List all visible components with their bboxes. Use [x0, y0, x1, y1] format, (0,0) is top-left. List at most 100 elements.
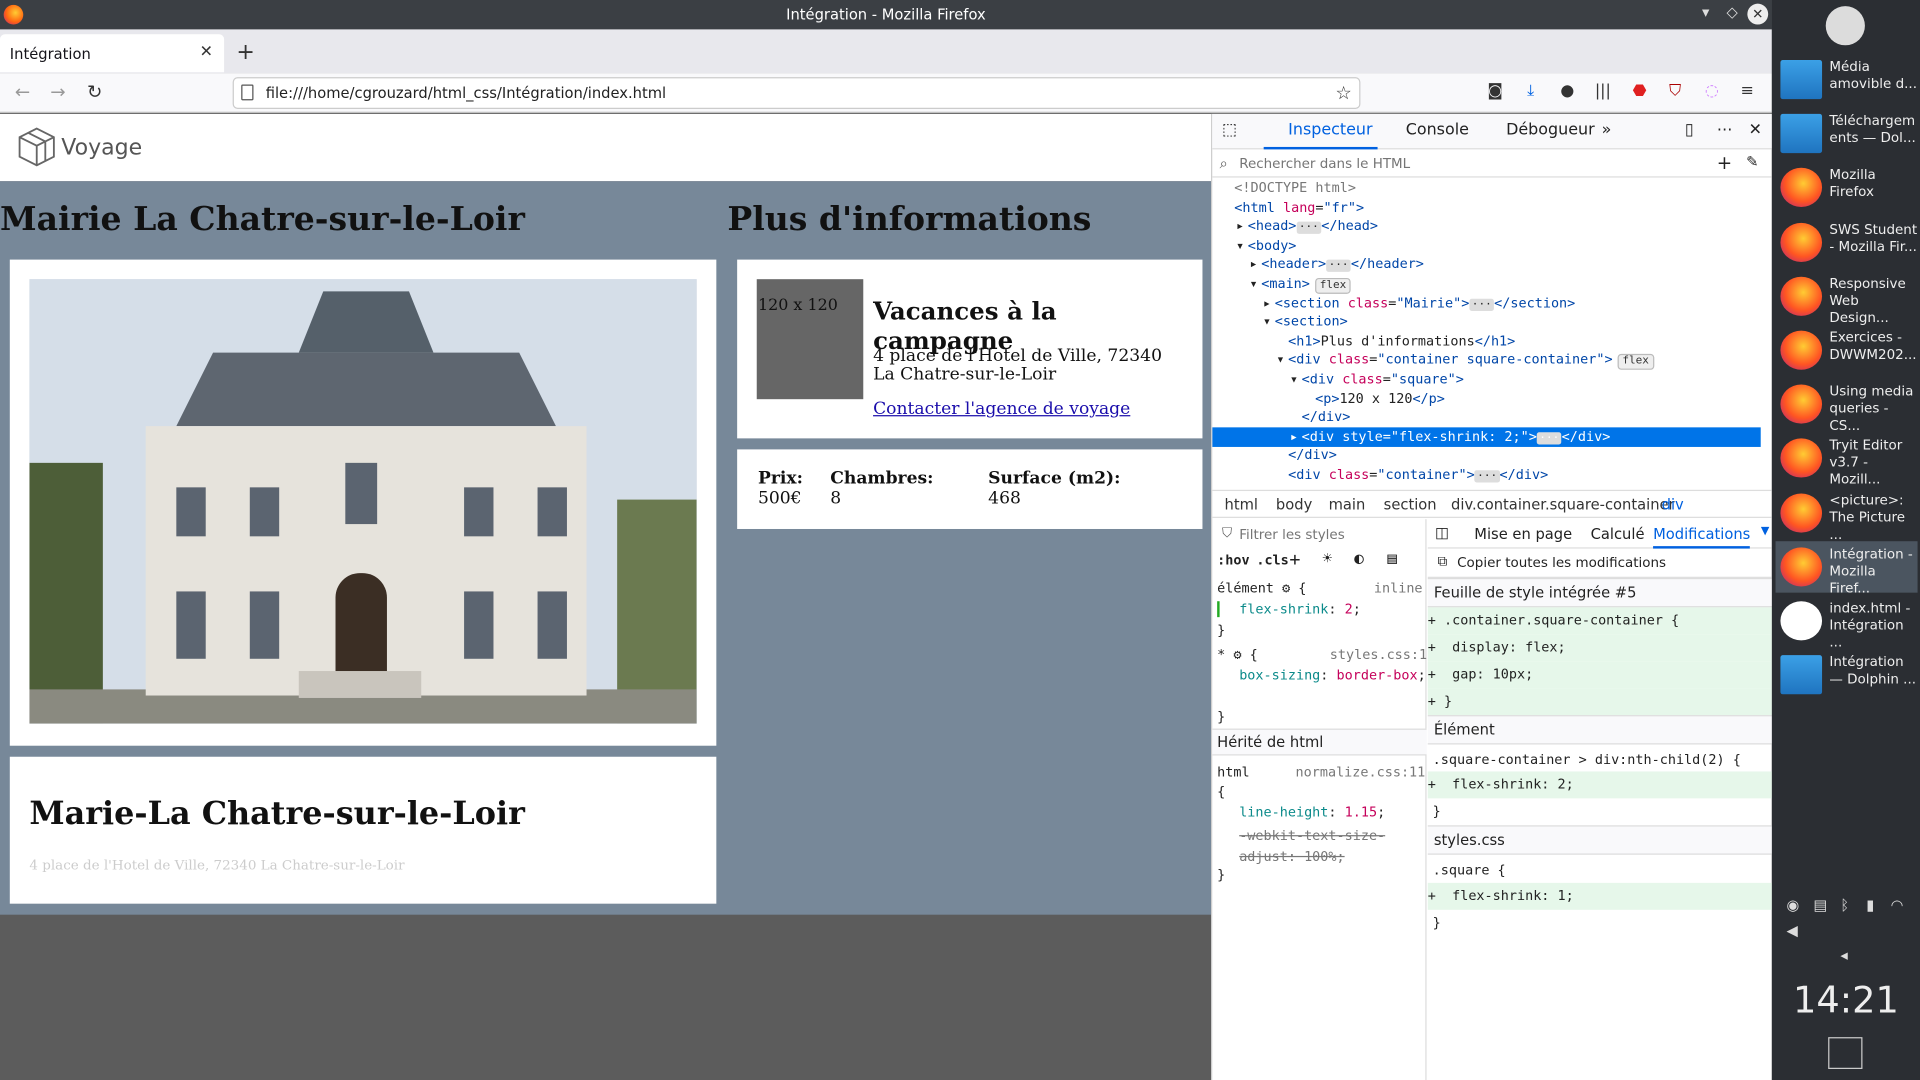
back-icon[interactable]: ←	[15, 81, 30, 103]
task-item[interactable]: Tryit Editor v3.7 - Mozill...	[1776, 433, 1918, 488]
markup-node[interactable]: ▸ <header> ··· </header>	[1212, 255, 1761, 275]
task-item[interactable]: Exercices - DWWM202...	[1776, 324, 1918, 375]
menu-icon[interactable]: ≡	[1736, 82, 1758, 100]
expand-arrow-icon[interactable]: ▾	[1212, 370, 1301, 390]
close-window-button[interactable]: ✕	[1747, 3, 1769, 25]
cls-toggle[interactable]: .cls	[1256, 552, 1288, 568]
markup-node[interactable]: <div class="container"> ··· </div>	[1212, 465, 1761, 485]
markup-node[interactable]: ▸ <div style="flex-shrink: 2;"> ··· </div>	[1212, 427, 1761, 447]
expand-arrow-icon[interactable]: ▾	[1212, 351, 1288, 371]
wifi-icon[interactable]: ◠	[1891, 896, 1904, 913]
adblock-icon[interactable]: ⬣	[1629, 82, 1651, 100]
task-item[interactable]: Intégration — Dolphin ...	[1776, 649, 1918, 700]
dock-icon[interactable]: ▯	[1685, 121, 1694, 139]
filter-styles-input[interactable]	[1239, 524, 1411, 544]
new-tab-button[interactable]: +	[236, 39, 254, 65]
clipboard-icon[interactable]: ▤	[1813, 896, 1827, 913]
markup-node[interactable]: </div>	[1212, 408, 1761, 428]
copy-all-changes[interactable]: ⧉ Copier toutes les modifications	[1427, 549, 1774, 578]
markup-node[interactable]: </div>	[1212, 446, 1761, 466]
html-search-input[interactable]	[1239, 153, 1693, 173]
add-node-icon[interactable]: +	[1717, 152, 1732, 174]
more-tabs-icon[interactable]: »	[1602, 121, 1612, 139]
print-icon[interactable]: ▤	[1387, 550, 1397, 568]
app-launcher-icon[interactable]	[1825, 6, 1865, 46]
tab-changes[interactable]: Modifications	[1653, 525, 1751, 549]
webkit-decl[interactable]: -webkit-text-size-adjust: 100%;	[1239, 825, 1423, 867]
show-desktop-icon[interactable]	[1828, 1037, 1863, 1069]
extension-c-icon[interactable]: ●	[1556, 82, 1578, 100]
markup-node[interactable]: ▾ <section>	[1212, 312, 1761, 332]
crumb-html[interactable]: html	[1225, 496, 1258, 513]
expand-arrow-icon[interactable]: ▸	[1212, 427, 1301, 447]
reload-icon[interactable]: ↻	[87, 81, 102, 103]
chevron-down-icon[interactable]: ▼	[1761, 525, 1769, 537]
tab-debugger[interactable]: Débogueur	[1506, 121, 1595, 139]
markup-node[interactable]: <!DOCTYPE html>	[1212, 179, 1761, 199]
tab-layout[interactable]: Mise en page	[1474, 525, 1572, 542]
task-item[interactable]: Téléchargem ents — Dol...	[1776, 108, 1918, 159]
markup-node[interactable]: ▸ <head> ··· </head>	[1212, 217, 1761, 237]
inline-decl[interactable]: flex-shrink: 2;	[1217, 601, 1361, 618]
more-options-icon[interactable]: ⋯	[1717, 121, 1733, 139]
forward-icon[interactable]: →	[50, 81, 65, 103]
minimize-icon[interactable]: ▾	[1702, 4, 1709, 21]
expand-tray-icon[interactable]: ◂	[1840, 947, 1847, 964]
tab-integration[interactable]: Intégration ✕	[0, 34, 225, 73]
clock[interactable]: 14:21	[1772, 980, 1920, 1023]
battery-icon[interactable]: ▮	[1866, 896, 1874, 913]
pick-element-icon[interactable]: ⬚	[1222, 121, 1237, 139]
expand-arrow-icon[interactable]: ▸	[1212, 293, 1274, 313]
dark-mode-icon[interactable]: ◐	[1354, 550, 1364, 568]
expand-arrow-icon[interactable]: ▾	[1212, 236, 1248, 256]
crumb-main[interactable]: main	[1329, 496, 1366, 513]
extension-swirl-icon[interactable]: ◌	[1701, 82, 1723, 100]
markup-node[interactable]: <html lang="fr">	[1212, 198, 1761, 218]
toggle-sidebar-icon[interactable]: ◫	[1435, 524, 1449, 541]
line-height-decl[interactable]: line-height: 1.15;	[1239, 804, 1385, 820]
task-item[interactable]: SWS Student - Mozilla Fir...	[1776, 216, 1918, 267]
crumb-section[interactable]: section	[1384, 496, 1437, 513]
library-icon[interactable]: |||	[1592, 82, 1614, 100]
maximize-icon[interactable]: ◇	[1727, 4, 1738, 21]
bookmark-star-icon[interactable]: ☆	[1335, 82, 1351, 104]
tab-computed[interactable]: Calculé	[1591, 525, 1645, 542]
expand-arrow-icon[interactable]: ▸	[1212, 217, 1248, 237]
normalize-source-link[interactable]: normalize.css:11	[1296, 764, 1426, 780]
markup-node[interactable]: ▾ <div class="square">	[1212, 370, 1761, 390]
network-manager-icon[interactable]: ◉	[1787, 896, 1800, 913]
styles-source-link[interactable]: styles.css:1	[1330, 647, 1427, 663]
markup-node[interactable]: <h1>Plus d'informations</h1>	[1212, 332, 1761, 352]
markup-node[interactable]: ▸ <section class="Mairie"> ··· </section>	[1212, 293, 1761, 313]
hov-toggle[interactable]: :hov	[1217, 552, 1249, 568]
contact-agency-link[interactable]: Contacter l'agence de voyage	[873, 399, 1130, 419]
box-sizing-decl[interactable]: box-sizing: border-box;	[1239, 667, 1426, 683]
site-brand[interactable]: Voyage	[61, 135, 142, 161]
markup-node[interactable]: ▾ <body>	[1212, 236, 1761, 256]
markup-node[interactable]: ▾ <div class="container square-container"…	[1212, 351, 1761, 371]
task-item[interactable]: index.html - Intégration ...	[1776, 595, 1918, 650]
add-rule-icon[interactable]: +	[1289, 549, 1300, 571]
crumb-container[interactable]: div.container.square-container	[1451, 496, 1675, 513]
task-item[interactable]: Intégration - Mozilla Firef...	[1775, 540, 1918, 596]
close-devtools-icon[interactable]: ✕	[1749, 121, 1762, 139]
light-mode-icon[interactable]: ☀	[1322, 550, 1332, 568]
downloads-icon[interactable]: ⤓	[1520, 82, 1542, 100]
markup-node[interactable]: ▾ <main> flex	[1212, 274, 1761, 294]
tab-console[interactable]: Console	[1406, 121, 1469, 139]
bluetooth-icon[interactable]: ᛒ	[1840, 896, 1849, 913]
task-item[interactable]: Responsive Web Design...	[1776, 270, 1918, 325]
task-item[interactable]: Using media queries - CS...	[1776, 379, 1918, 434]
markup-node[interactable]: <p>120 x 120</p>	[1212, 389, 1761, 409]
task-item[interactable]: Média amovible d...	[1776, 54, 1918, 105]
task-item[interactable]: <picture>: The Picture ...	[1776, 487, 1918, 542]
eyedropper-icon[interactable]: ✎	[1746, 153, 1758, 170]
task-item[interactable]: Mozilla Firefox	[1776, 162, 1918, 213]
ublock-icon[interactable]: ⛉	[1664, 82, 1686, 100]
tab-inspector[interactable]: Inspecteur	[1263, 121, 1378, 150]
expand-arrow-icon[interactable]: ▸	[1212, 255, 1261, 275]
close-tab-icon[interactable]: ✕	[200, 43, 213, 61]
url-bar[interactable]: file:///home/cgrouzard/html_css/Intégrat…	[232, 77, 1361, 109]
crumb-body[interactable]: body	[1276, 496, 1312, 513]
crumb-div[interactable]: div	[1662, 496, 1684, 513]
